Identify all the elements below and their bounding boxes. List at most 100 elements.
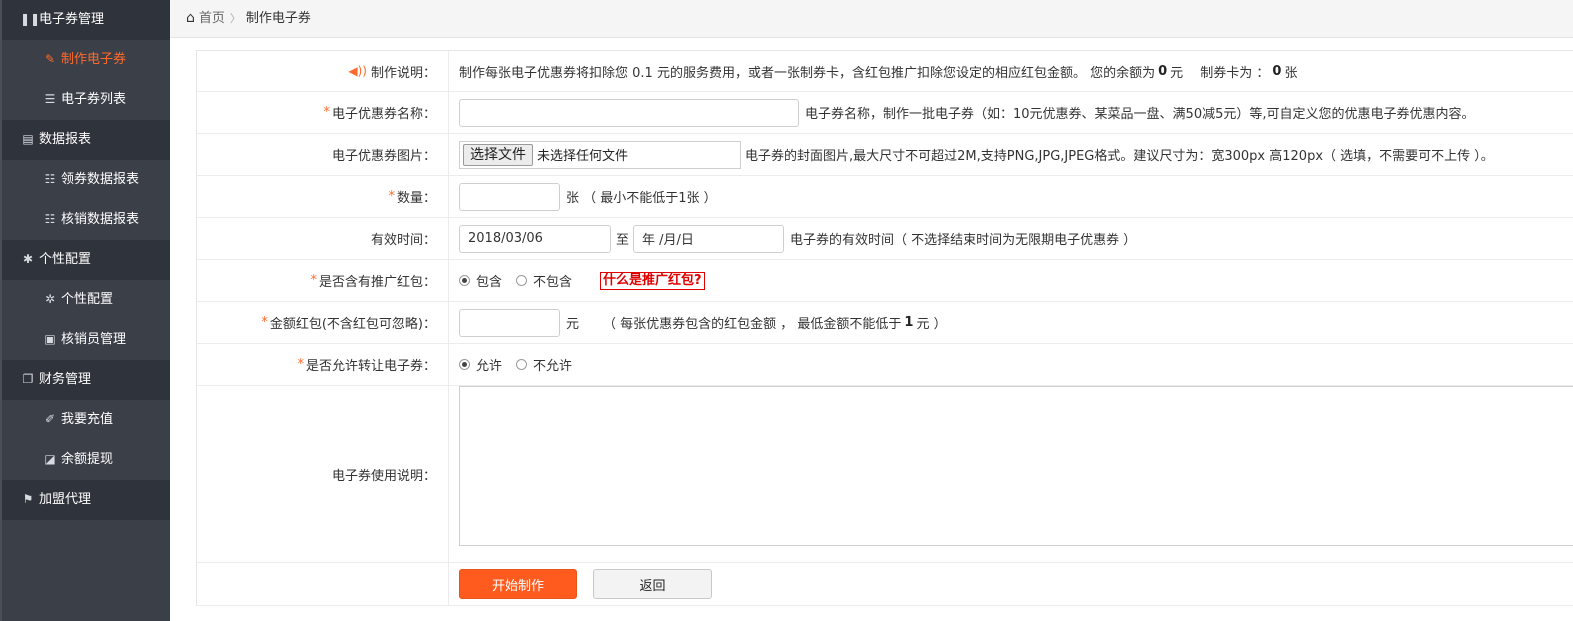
radio-allow-dot[interactable]: [459, 359, 470, 370]
card-count: 0: [1272, 63, 1282, 79]
topbar: ⌂ 首页〉制作电子券: [170, 0, 1573, 38]
sidebar-label: 余额提现: [61, 452, 114, 467]
sidebar-group-9[interactable]: ❐ 财务管理: [2, 360, 170, 400]
description-text: 制作每张电子优惠券将扣除您 0.1 元的服务费用，或者一张制券卡，含红包推广扣除…: [459, 65, 1156, 81]
list-alt-icon: ☷: [44, 212, 56, 226]
sidebar-group-0[interactable]: ❚❚电子券管理: [2, 0, 170, 40]
radio-allow[interactable]: 允许: [459, 355, 502, 374]
radio-include[interactable]: 包含: [459, 271, 502, 290]
export-icon: ◪: [44, 452, 56, 466]
sidebar-group-3[interactable]: ▤ 数据报表: [2, 120, 170, 160]
amount-unit: 元: [566, 317, 580, 332]
image-note: 电子券的封面图片,最大尺寸不可超过2M,支持PNG,JPG,JPEG格式。建议尺…: [745, 149, 1494, 164]
sidebar-label: 个性配置: [61, 292, 114, 307]
radio-exclude[interactable]: 不包含: [516, 271, 572, 290]
radio-include-dot[interactable]: [459, 275, 470, 286]
redpacket-help-link[interactable]: 什么是推广红包?: [600, 271, 705, 290]
sidebar-label: 核销员管理: [61, 332, 127, 347]
sidebar-label: 制作电子券: [61, 52, 127, 67]
transfer-label: 是否允许转让电子券：: [305, 359, 436, 374]
quantity-input[interactable]: [459, 182, 560, 211]
form-row-redpacket: * 是否含有推广红包： 包含 不包含 什么是推广红包?: [197, 260, 1573, 302]
end-date-input[interactable]: 年 /月/日: [633, 224, 785, 253]
redpacket-label: 是否含有推广红包：: [318, 275, 436, 290]
gear-icon: ✲: [44, 292, 56, 306]
form-row-amount: * 金额红包(不含红包可忽略)： 元 （ 每张优惠券包含的红包金额 ， 最低金额不…: [197, 302, 1573, 344]
coupon-form: ◀)) 制作说明： 制作每张电子优惠券将扣除您 0.1 元的服务费用，或者一张制券…: [196, 50, 1573, 606]
file-input[interactable]: 选择文件 未选择任何文件: [459, 140, 741, 169]
radio-disallow[interactable]: 不允许: [516, 355, 572, 374]
sidebar-item-7[interactable]: ✲ 个性配置: [2, 280, 170, 320]
breadcrumb-current: 制作电子券: [245, 11, 311, 26]
speaker-icon: ◀)): [348, 64, 367, 78]
submit-button[interactable]: 开始制作: [459, 569, 577, 599]
sidebar-label: 财务管理: [39, 372, 92, 387]
form-row-image: 电子优惠券图片： 选择文件 未选择任何文件 电子券的封面图片,最大尺寸不可超过2…: [197, 134, 1573, 176]
sidebar-item-4[interactable]: ☷ 领券数据报表: [2, 160, 170, 200]
file-status: 未选择任何文件: [537, 149, 629, 164]
sidebar-label: 核销数据报表: [61, 212, 140, 227]
sidebar-item-2[interactable]: ☰ 电子券列表: [2, 80, 170, 120]
list-alt-icon: ☷: [44, 172, 56, 186]
image-label: 电子优惠券图片：: [331, 149, 436, 164]
form-row-actions: 开始制作 返回: [197, 563, 1573, 606]
choose-file-button[interactable]: 选择文件: [463, 143, 533, 166]
validity-note: 电子券的有效时间（ 不选择结束时间为无限期电子优惠券 ）: [790, 233, 1137, 248]
amount-label: 金额红包(不含红包可忽略)：: [269, 317, 436, 332]
home-icon[interactable]: ⌂: [186, 10, 195, 26]
copy-icon: ❐: [22, 372, 34, 386]
sidebar-group-12[interactable]: ⚑ 加盟代理: [2, 480, 170, 520]
amount-min: 1: [904, 315, 914, 330]
sidebar: ❚❚电子券管理 ✎ 制作电子券 ☰ 电子券列表 ▤ 数据报表 ☷ 领券数据报表 ☷ 核销数据报表 ✱ 个…: [0, 0, 170, 621]
word-file-icon: ▤: [22, 132, 34, 146]
sidebar-item-8[interactable]: ▣ 核销员管理: [2, 320, 170, 360]
sidebar-item-1[interactable]: ✎ 制作电子券: [2, 40, 170, 80]
form-row-description: ◀)) 制作说明： 制作每张电子优惠券将扣除您 0.1 元的服务费用，或者一张制券…: [197, 51, 1573, 92]
book-icon: ❚❚: [20, 12, 41, 26]
sidebar-item-10[interactable]: ✐ 我要充值: [2, 400, 170, 440]
form-row-validity: 有效时间： 2018/03/06 至 年 /月/日 电子券的有效时间（ 不选择结…: [197, 218, 1573, 260]
sidebar-label: 我要充值: [61, 412, 114, 427]
balance-value: 0: [1158, 63, 1168, 79]
breadcrumb: ⌂ 首页〉制作电子券: [186, 0, 311, 37]
gear-icon: ✱: [22, 252, 34, 266]
tag-icon: ✐: [44, 412, 56, 426]
description-text-c: 张: [1284, 65, 1298, 81]
form-row-transfer: * 是否允许转让电子券： 允许 不允许: [197, 344, 1573, 386]
quantity-note: 张 （ 最小不能低于1张 ）: [566, 191, 717, 206]
description-label: 制作说明：: [370, 65, 436, 81]
sidebar-label: 加盟代理: [39, 492, 92, 507]
sidebar-item-5[interactable]: ☷ 核销数据报表: [2, 200, 170, 240]
sidebar-group-6[interactable]: ✱ 个性配置: [2, 240, 170, 280]
lock-icon: ▣: [44, 332, 56, 346]
amount-input[interactable]: [459, 308, 560, 337]
sidebar-label: 数据报表: [39, 132, 92, 147]
coupon-name-input[interactable]: [459, 98, 799, 127]
sidebar-item-11[interactable]: ◪ 余额提现: [2, 440, 170, 480]
sidebar-label: 个性配置: [39, 252, 92, 267]
sidebar-label: 领券数据报表: [61, 172, 140, 187]
usage-textarea[interactable]: [459, 386, 1573, 546]
form-row-name: * 电子优惠券名称： 电子券名称，制作一批电子券（如：10元优惠券、某菜品一盘、满…: [197, 92, 1573, 134]
radio-exclude-dot[interactable]: [516, 275, 528, 286]
usage-label: 电子券使用说明：: [331, 468, 436, 484]
name-label: 电子优惠券名称：: [331, 107, 436, 122]
back-button[interactable]: 返回: [593, 569, 712, 599]
radio-disallow-dot[interactable]: [516, 359, 528, 370]
date-range-to: 至: [616, 233, 630, 248]
validity-label: 有效时间：: [370, 233, 436, 248]
amount-note: （ 每张优惠券包含的红包金额 ， 最低金额不能低于: [603, 317, 902, 332]
amount-note-b: 元 ）: [916, 317, 947, 332]
form-row-quantity: * 数量： 张 （ 最小不能低于1张 ）: [197, 176, 1573, 218]
form-row-usage: 电子券使用说明：: [197, 386, 1573, 563]
start-date-input[interactable]: 2018/03/06: [459, 224, 611, 253]
sidebar-label: 电子券管理: [39, 12, 105, 27]
flag-icon: ⚑: [22, 492, 34, 506]
quantity-label: 数量：: [396, 191, 436, 206]
pencil-icon: ✎: [44, 52, 56, 66]
breadcrumb-separator: 〉: [229, 12, 241, 25]
name-note: 电子券名称，制作一批电子券（如：10元优惠券、某菜品一盘、满50减5元）等,可自…: [805, 107, 1475, 122]
breadcrumb-home[interactable]: 首页: [199, 11, 225, 26]
description-text-b: 元 制券卡为 ：: [1170, 65, 1270, 81]
sidebar-label: 电子券列表: [61, 92, 127, 107]
